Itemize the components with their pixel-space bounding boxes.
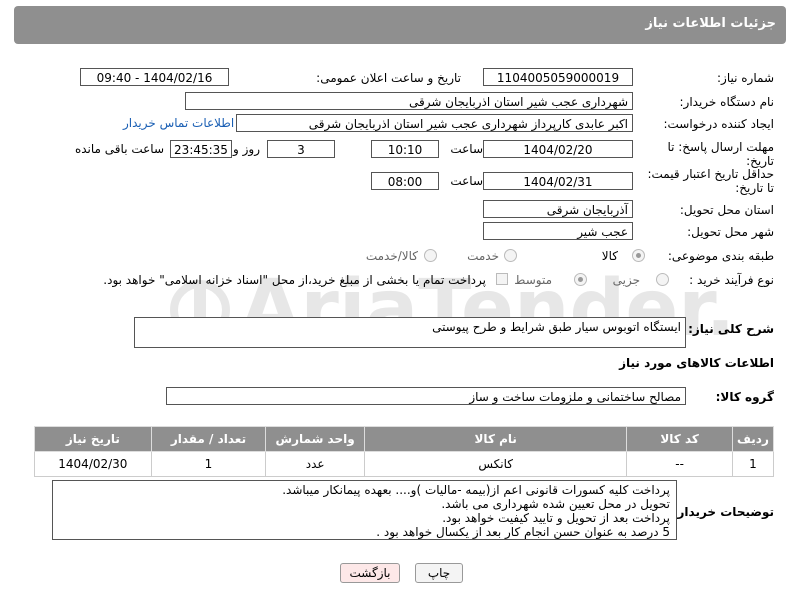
col-date: تاریخ نیاز [34,426,152,452]
deadline-time-field: 10:10 [371,140,439,158]
remaining-time-field: 23:45:35 [170,140,232,158]
col-code: کد کالا [626,426,733,452]
need-number-field: 1104005059000019 [483,68,633,86]
validity-date-field: 1404/02/31 [483,172,633,190]
contact-info-link[interactable]: اطلاعات تماس خریدار [123,116,234,130]
cell-code: -- [626,451,733,477]
notes-line: 5 درصد به عنوان حسن انجام کار بعد از یکس… [376,525,670,539]
col-unit: واحد شمارش [265,426,366,452]
goods-table-header: ردیف کد کالا نام کالا واحد شمارش تعداد /… [34,426,775,452]
description-label: شرح کلی نیاز: [688,322,774,336]
buyer-field: شهرداری عجب شیر استان اذربایجان شرقی [185,92,633,110]
col-name: نام کالا [364,426,628,452]
notes-line: پرداخت کلیه کسورات قانونی اعم از(بیمه -م… [282,483,670,497]
validity-time-field: 08:00 [371,172,439,190]
table-row: 1 -- کانکس عدد 1 1404/02/30 [34,451,775,477]
process-medium-label: متوسط [514,273,552,287]
cell-name: کانکس [364,451,628,477]
goods-table: ردیف کد کالا نام کالا واحد شمارش تعداد /… [34,426,775,477]
deadline-hour-label: ساعت [450,142,483,156]
col-qty: تعداد / مقدار [150,426,267,452]
category-goods-radio[interactable] [632,249,645,262]
days-field: 3 [267,140,335,158]
notes-label: توضیحات خریدار: [672,505,774,519]
goods-section-title: اطلاعات کالاهای مورد نیاز [619,356,774,370]
announce-datetime-field: 1404/02/16 - 09:40 [80,68,229,86]
cell-unit: عدد [265,451,366,477]
print-button[interactable]: چاپ [415,563,463,583]
deadline-label: مهلت ارسال پاسخ: تا [667,140,774,154]
goods-group-field: مصالح ساختمانی و ملزومات ساخت و ساز [166,387,686,405]
province-label: استان محل تحویل: [679,203,774,217]
back-button[interactable]: بازگشت [340,563,400,583]
notes-line: پرداخت بعد از تحویل و تایید کیفیت خواهد … [442,511,670,525]
cell-date: 1404/02/30 [34,451,152,477]
buyer-label: نام دستگاه خریدار: [679,95,775,109]
category-service-label: خدمت [467,249,499,263]
goods-group-label: گروه کالا: [715,390,774,404]
page-title: جزئیات اطلاعات نیاز [645,16,776,31]
days-label: روز و [233,142,260,156]
creator-label: ایجاد کننده درخواست: [663,117,774,131]
page-header: جزئیات اطلاعات نیاز [14,6,786,44]
process-minor-label: جزیی [612,273,640,287]
validity-label: حداقل تاریخ اعتبار قیمت: [647,167,774,181]
announce-label: تاریخ و ساعت اعلان عمومی: [316,71,461,85]
category-label: طبقه بندی موضوعی: [667,249,774,263]
deadline-label-date: تاریخ: [746,154,774,168]
cell-row: 1 [731,451,775,477]
creator-field: اکبر عابدی کارپرداز شهرداری عجب شیر استا… [236,114,633,132]
cell-qty: 1 [150,451,267,477]
category-goods-label: کالا [601,249,618,263]
description-field: ایستگاه اتوبوس سیار طبق شرایط و طرح پیوس… [134,317,686,348]
process-minor-radio[interactable] [656,273,669,286]
deadline-date-field: 1404/02/20 [483,140,633,158]
notes-line: تحویل در محل تعیین شده شهرداری می باشد. [441,497,670,511]
validity-label-date: تا تاریخ: [735,181,774,195]
category-goods-service-label: کالا/خدمت [365,249,418,263]
treasury-payment-note: پرداخت تمام یا بخشی از مبلغ خرید،از محل … [103,273,486,287]
remaining-label: ساعت باقی مانده [74,142,164,156]
category-goods-service-radio[interactable] [424,249,437,262]
process-label: نوع فرآیند خرید : [689,273,774,287]
notes-field: پرداخت کلیه کسورات قانونی اعم از(بیمه -م… [52,480,677,540]
city-label: شهر محل تحویل: [687,225,774,239]
col-row: ردیف [731,426,775,452]
need-number-label: شماره نیاز: [717,71,774,85]
validity-hour-label: ساعت [450,174,483,188]
process-medium-radio[interactable] [574,273,587,286]
category-service-radio[interactable] [504,249,517,262]
city-field: عجب شیر [483,222,633,240]
province-field: آذربایجان شرقی [483,200,633,218]
treasury-payment-checkbox[interactable] [496,273,508,285]
